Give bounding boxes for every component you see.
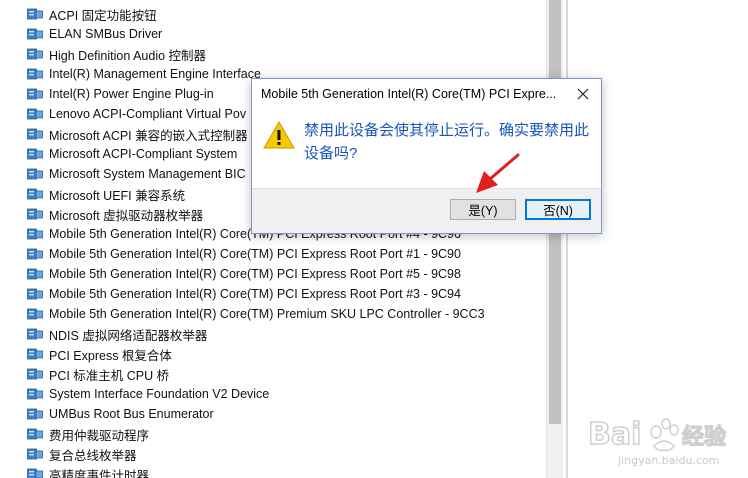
device-list-item[interactable]: UMBus Root Bus Enumerator: [27, 404, 214, 424]
device-label: Lenovo ACPI-Compliant Virtual Pov: [49, 107, 247, 121]
device-label: PCI 标准主机 CPU 桥: [49, 368, 170, 383]
device-icon: [27, 288, 43, 301]
device-list-item[interactable]: ELAN SMBus Driver: [27, 24, 162, 44]
device-label: Intel(R) Power Engine Plug-in: [49, 87, 214, 101]
pane-divider: [566, 0, 568, 478]
device-label: 复合总线枚举器: [49, 448, 137, 463]
device-icon: [27, 368, 43, 381]
device-label: UMBus Root Bus Enumerator: [49, 407, 214, 421]
device-list-item[interactable]: PCI Express 根复合体: [27, 344, 172, 364]
device-label: Microsoft ACPI 兼容的嵌入式控制器: [49, 128, 248, 143]
device-label: 费用仲裁驱动程序: [49, 428, 150, 443]
device-list-item[interactable]: High Definition Audio 控制器: [27, 44, 206, 64]
device-label: Microsoft 虚拟驱动器枚举器: [49, 208, 204, 223]
device-list-item[interactable]: ACPI 固定功能按钮: [27, 4, 157, 24]
device-icon: [27, 268, 43, 281]
device-list-item[interactable]: Lenovo ACPI-Compliant Virtual Pov: [27, 104, 246, 124]
device-list-item[interactable]: Mobile 5th Generation Intel(R) Core(TM) …: [27, 244, 461, 264]
device-label: Mobile 5th Generation Intel(R) Core(TM) …: [49, 267, 461, 281]
device-icon: [27, 28, 43, 41]
device-list: ACPI 固定功能按钮 ELAN SMBus Driver High Definit…: [0, 0, 546, 478]
device-label: Mobile 5th Generation Intel(R) Core(TM) …: [49, 247, 461, 261]
confirm-disable-dialog: Mobile 5th Generation Intel(R) Core(TM) …: [251, 78, 602, 234]
device-icon: [27, 308, 43, 321]
device-label: Mobile 5th Generation Intel(R) Core(TM) …: [49, 307, 485, 321]
device-list-item[interactable]: NDIS 虚拟网络适配器枚举器: [27, 324, 207, 344]
device-list-item[interactable]: Microsoft ACPI 兼容的嵌入式控制器: [27, 124, 248, 144]
device-icon: [27, 188, 43, 201]
device-label: System Interface Foundation V2 Device: [49, 387, 270, 401]
device-list-item[interactable]: Mobile 5th Generation Intel(R) Core(TM) …: [27, 264, 461, 284]
device-list-item[interactable]: Mobile 5th Generation Intel(R) Core(TM) …: [27, 304, 485, 324]
device-list-item[interactable]: Microsoft UEFI 兼容系统: [27, 184, 185, 204]
svg-text:Bai: Bai: [588, 417, 641, 452]
vertical-scrollbar[interactable]: [546, 0, 563, 478]
device-icon: [27, 48, 43, 61]
device-list-item[interactable]: Microsoft 虚拟驱动器枚举器: [27, 204, 203, 224]
device-icon: [27, 408, 43, 421]
close-icon: [577, 88, 589, 100]
device-list-item[interactable]: 高精度事件计时器: [27, 464, 149, 478]
device-label: Microsoft UEFI 兼容系统: [49, 188, 186, 203]
device-label: ACPI 固定功能按钮: [49, 8, 157, 23]
yes-button[interactable]: 是(Y): [450, 199, 516, 220]
warning-icon: [263, 121, 295, 149]
dialog-footer: 是(Y) 否(N): [252, 188, 601, 233]
device-icon: [27, 208, 43, 221]
device-label: PCI Express 根复合体: [49, 348, 172, 363]
device-icon: [27, 448, 43, 461]
device-manager-window: ACPI 固定功能按钮 ELAN SMBus Driver High Definit…: [0, 0, 748, 478]
device-icon: [27, 168, 43, 181]
device-label: Microsoft System Management BIC: [49, 167, 246, 181]
device-icon: [27, 108, 43, 121]
device-icon: [27, 88, 43, 101]
device-icon: [27, 68, 43, 81]
device-label: 高精度事件计时器: [49, 468, 150, 478]
device-list-item[interactable]: PCI 标准主机 CPU 桥: [27, 364, 169, 384]
no-button[interactable]: 否(N): [525, 199, 591, 220]
red-arrow-annotation: [476, 153, 520, 193]
dialog-title: Mobile 5th Generation Intel(R) Core(TM) …: [261, 87, 557, 101]
device-icon: [27, 388, 43, 401]
device-list-item[interactable]: 费用仲裁驱动程序: [27, 424, 149, 444]
device-label: Microsoft ACPI-Compliant System: [49, 147, 238, 161]
close-button[interactable]: [571, 83, 595, 105]
device-list-item[interactable]: 复合总线枚举器: [27, 444, 137, 464]
device-list-item[interactable]: Microsoft ACPI-Compliant System: [27, 144, 237, 164]
device-icon: [27, 148, 43, 161]
device-list-item[interactable]: Mobile 5th Generation Intel(R) Core(TM) …: [27, 284, 461, 304]
device-label: NDIS 虚拟网络适配器枚举器: [49, 328, 208, 343]
dialog-message: 禁用此设备会使其停止运行。确实要禁用此设备吗?: [304, 122, 590, 162]
device-icon: [27, 348, 43, 361]
device-list-item[interactable]: Intel(R) Power Engine Plug-in: [27, 84, 214, 104]
device-icon: [27, 428, 43, 441]
svg-text:jingyan.baidu.com: jingyan.baidu.com: [617, 454, 720, 467]
device-label: High Definition Audio 控制器: [49, 48, 207, 63]
device-icon: [27, 128, 43, 141]
device-label: ELAN SMBus Driver: [49, 27, 163, 41]
svg-text:经验: 经验: [682, 424, 726, 450]
baidu-watermark: Bai 经验 jingyan.baidu.com: [587, 416, 726, 467]
device-list-item[interactable]: System Interface Foundation V2 Device: [27, 384, 269, 404]
device-list-item[interactable]: Microsoft System Management BIC: [27, 164, 246, 184]
device-icon: [27, 8, 43, 21]
device-icon: [27, 248, 43, 261]
device-icon: [27, 328, 43, 341]
device-label: Mobile 5th Generation Intel(R) Core(TM) …: [49, 287, 461, 301]
device-icon: [27, 228, 43, 241]
device-icon: [27, 468, 43, 478]
device-list-item[interactable]: Intel(R) Management Engine Interface: [27, 64, 261, 84]
device-label: Intel(R) Management Engine Interface: [49, 67, 261, 81]
